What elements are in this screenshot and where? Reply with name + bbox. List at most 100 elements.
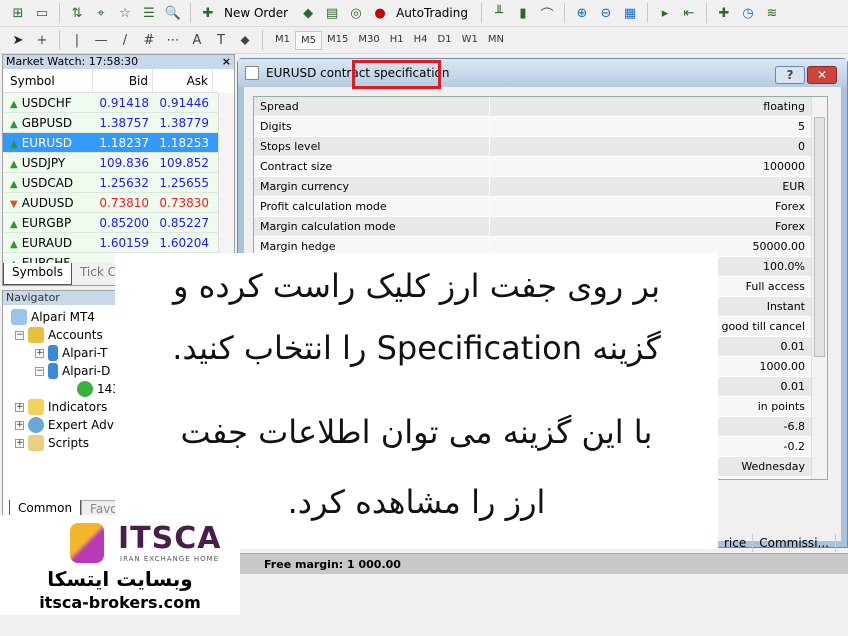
close-icon[interactable]: × xyxy=(222,55,231,69)
spec-value: Forex xyxy=(490,197,811,216)
dialog-title-bar: EURUSD contract specification ? ✕ xyxy=(238,59,847,87)
navigator-icon[interactable]: ☆ xyxy=(115,3,135,23)
data-window-icon[interactable]: ⌖ xyxy=(91,3,111,23)
close-button[interactable]: ✕ xyxy=(807,66,837,84)
symbol-row[interactable]: ▲ USDCHF 0.91418 0.91446 xyxy=(3,93,218,113)
symbol-cell: ▲ USDJPY xyxy=(10,156,66,170)
tree-indicators[interactable]: + Indicators xyxy=(15,399,107,415)
server-icon xyxy=(48,363,58,379)
market-watch-icon[interactable]: ⇅ xyxy=(67,3,87,23)
symbol-cell: ▲ EURAUD xyxy=(10,236,73,250)
print-icon[interactable]: ▤ xyxy=(322,3,342,23)
expand-icon[interactable]: + xyxy=(35,348,44,358)
timeframe-m30[interactable]: M30 xyxy=(353,31,384,50)
accounts-icon xyxy=(28,327,44,343)
symbol-row[interactable]: ▲ USDJPY 109.836 109.852 xyxy=(3,153,218,173)
timeframe-m5[interactable]: M5 xyxy=(295,30,322,50)
symbol-row[interactable]: ▲ EURAUD 1.60159 1.60204 xyxy=(3,233,218,253)
tree-server[interactable]: − Alpari-D xyxy=(35,363,110,379)
divider xyxy=(563,3,565,23)
arrows-icon[interactable]: ⬥ xyxy=(235,30,255,50)
profiles-icon[interactable]: ▭ xyxy=(32,3,52,23)
cursor-icon[interactable]: ➤ xyxy=(8,30,28,50)
timeframe-m1[interactable]: M1 xyxy=(270,31,295,50)
spec-row: Stops level 0 xyxy=(254,137,827,157)
tile-windows-icon[interactable]: ▦ xyxy=(620,3,640,23)
symbol-row[interactable]: ▲ USDCAD 1.25632 1.25655 xyxy=(3,173,218,193)
new-order-icon[interactable]: ✚ xyxy=(198,3,218,23)
timeframe-w1[interactable]: W1 xyxy=(457,31,483,50)
indicators-icon xyxy=(28,399,44,415)
column-ask[interactable]: Ask xyxy=(153,69,213,92)
tree-root[interactable]: Alpari MT4 xyxy=(11,309,95,325)
tree-server[interactable]: + Alpari-T xyxy=(35,345,107,361)
spec-row: Contract size 100000 xyxy=(254,157,827,177)
symbol-row[interactable]: ▲ EURUSD 1.18237 1.18253 xyxy=(3,133,218,153)
metaeditor-icon[interactable]: ◆ xyxy=(298,3,318,23)
column-symbol[interactable]: Symbol xyxy=(3,69,93,92)
autotrading-icon[interactable]: ● xyxy=(370,3,390,23)
help-button[interactable]: ? xyxy=(775,66,805,84)
zoom-in-icon[interactable]: ⊕ xyxy=(572,3,592,23)
collapse-icon[interactable]: − xyxy=(35,366,44,376)
timeframe-h4[interactable]: H4 xyxy=(409,31,433,50)
crosshair-icon[interactable]: + xyxy=(32,30,52,50)
line-chart-icon[interactable]: ⌒ xyxy=(537,3,557,23)
divider xyxy=(59,3,60,23)
scrollbar[interactable] xyxy=(218,93,234,263)
timeframe-mn[interactable]: MN xyxy=(483,31,509,50)
symbol-row[interactable]: ▲ GBPUSD 1.38757 1.38779 xyxy=(3,113,218,133)
equidistant-channel-icon[interactable]: # xyxy=(139,30,159,50)
expand-icon[interactable]: + xyxy=(15,438,24,448)
bid-cell: 1.25632 xyxy=(99,176,149,190)
fibonacci-icon[interactable]: ⋯ xyxy=(163,30,183,50)
horizontal-line-icon[interactable]: — xyxy=(91,30,111,50)
terminal-icon[interactable]: ☰ xyxy=(139,3,159,23)
text-label-icon[interactable]: T xyxy=(211,30,231,50)
symbol-row[interactable]: ▲ EURGBP 0.85200 0.85227 xyxy=(3,213,218,233)
spec-label: Digits xyxy=(254,117,490,136)
spec-label: Margin currency xyxy=(254,177,490,196)
vertical-line-icon[interactable]: | xyxy=(67,30,87,50)
spec-value: EUR xyxy=(490,177,811,196)
tab-commission[interactable]: Commissi... xyxy=(753,534,836,552)
trendline-icon[interactable]: / xyxy=(115,30,135,50)
bar-chart-icon[interactable]: ╨ xyxy=(489,3,509,23)
new-order-button[interactable]: New Order xyxy=(224,6,288,20)
timeframe-d1[interactable]: D1 xyxy=(433,31,457,50)
periods-icon[interactable]: ◷ xyxy=(738,3,758,23)
tree-experts[interactable]: + Expert Advis xyxy=(15,417,123,433)
tab-symbols[interactable]: Symbols xyxy=(3,263,72,285)
zoom-out-icon[interactable]: ⊖ xyxy=(596,3,616,23)
collapse-icon[interactable]: − xyxy=(15,330,24,340)
templates-icon[interactable]: ≋ xyxy=(762,3,782,23)
timeframe-h1[interactable]: H1 xyxy=(385,31,409,50)
logo-tagline: IRAN EXCHANGE HOME xyxy=(120,555,220,563)
autotrading-button[interactable]: AutoTrading xyxy=(396,6,468,20)
bid-cell: 0.91418 xyxy=(99,96,149,110)
candlestick-icon[interactable]: ▮ xyxy=(513,3,533,23)
chart-shift-icon[interactable]: ⇤ xyxy=(679,3,699,23)
expand-icon[interactable]: + xyxy=(15,420,24,430)
signal-icon[interactable]: ◎ xyxy=(346,3,366,23)
scrollbar-thumb[interactable] xyxy=(814,117,825,357)
ask-cell: 0.73830 xyxy=(159,196,209,210)
text-icon[interactable]: A xyxy=(187,30,207,50)
strategy-tester-icon[interactable]: 🔍 xyxy=(163,3,183,23)
tree-accounts[interactable]: − Accounts xyxy=(15,327,103,343)
symbol-row[interactable]: ▼ AUDUSD 0.73810 0.73830 xyxy=(3,193,218,213)
new-chart-icon[interactable]: ⊞ xyxy=(8,3,28,23)
terminal-icon xyxy=(11,309,27,325)
column-bid[interactable]: Bid xyxy=(93,69,153,92)
tree-account[interactable]: 143 xyxy=(77,381,120,397)
arrow-up-icon: ▲ xyxy=(10,179,18,190)
scrollbar[interactable] xyxy=(811,97,827,479)
symbol-cell: ▲ GBPUSD xyxy=(10,116,73,130)
tree-scripts[interactable]: + Scripts xyxy=(15,435,89,451)
ask-cell: 1.60204 xyxy=(159,236,209,250)
expand-icon[interactable]: + xyxy=(15,402,24,412)
auto-scroll-icon[interactable]: ▸ xyxy=(655,3,675,23)
tab-price[interactable]: rice xyxy=(718,534,754,552)
indicators-icon[interactable]: ✚ xyxy=(714,3,734,23)
timeframe-m15[interactable]: M15 xyxy=(322,31,353,50)
